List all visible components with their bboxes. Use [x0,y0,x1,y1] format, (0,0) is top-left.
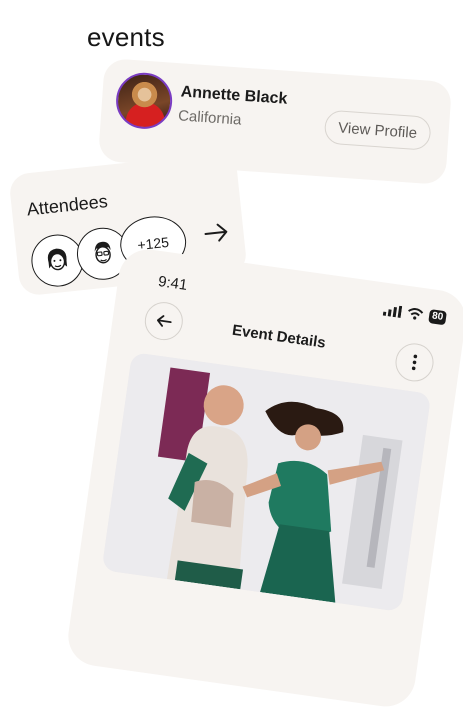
more-vertical-icon [411,354,418,371]
view-profile-button[interactable]: View Profile [323,109,432,151]
page-heading: events [87,22,165,52]
arrow-right-icon[interactable] [202,221,230,246]
person-avatar-icon [47,248,68,271]
back-button[interactable] [142,299,186,343]
profile-location: California [177,107,242,129]
person-avatar-icon [94,241,111,264]
attendees-title: Attendees [25,191,109,220]
avatar[interactable] [114,70,175,131]
event-photo [101,352,432,612]
status-icons: 80 [382,303,447,326]
signal-icon [382,305,403,319]
back-arrow-icon [156,315,172,327]
screen-title: Event Details [231,321,327,352]
wifi-icon [407,308,424,320]
phone-mockup: 9:41 80 Event Details [64,245,463,710]
dancers-image [101,352,432,612]
profile-name: Annette Black [180,83,288,108]
battery-icon: 80 [428,309,447,326]
status-time: 9:41 [157,273,189,294]
more-menu-button[interactable] [393,340,436,384]
